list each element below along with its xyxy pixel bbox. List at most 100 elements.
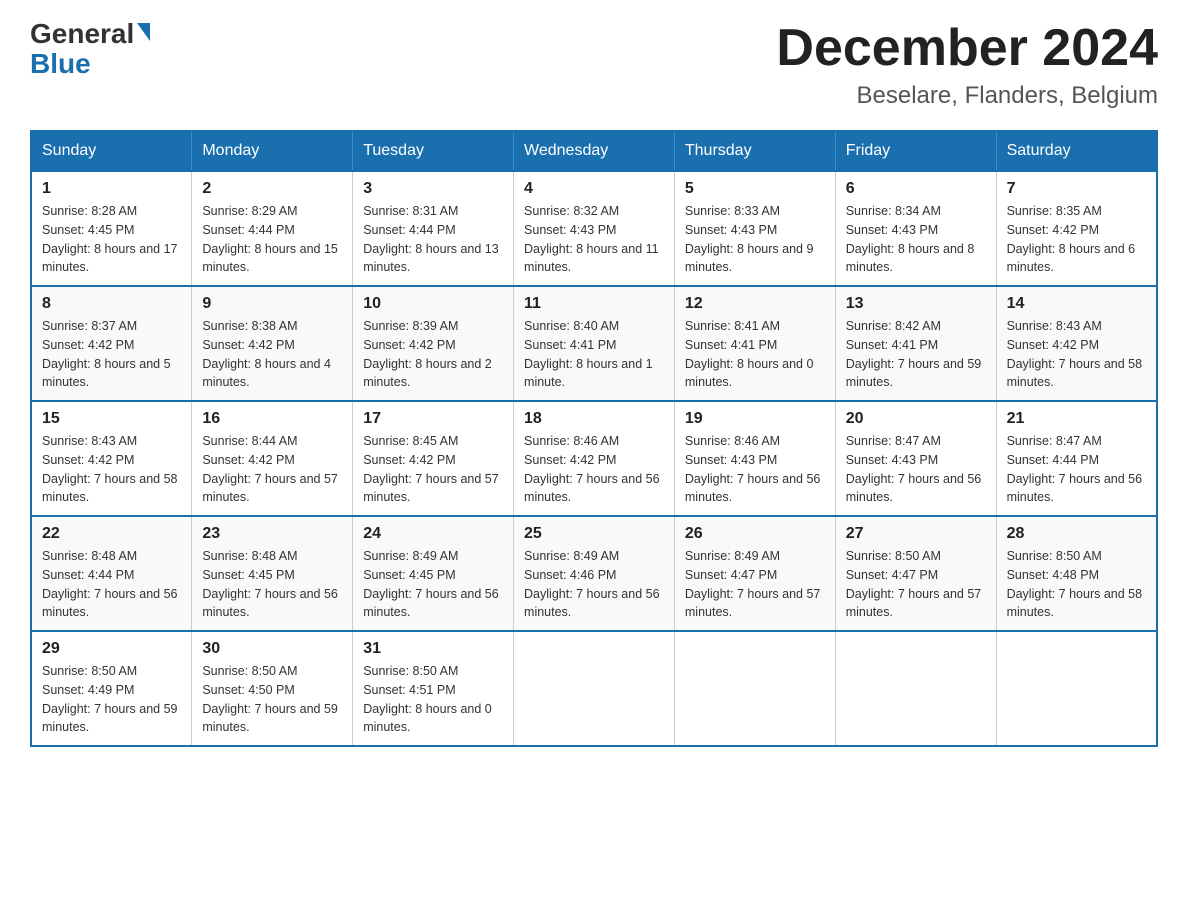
day-number: 13 <box>846 295 986 313</box>
day-number: 18 <box>524 410 664 428</box>
calendar-cell: 28 Sunrise: 8:50 AMSunset: 4:48 PMDaylig… <box>996 516 1157 631</box>
day-info: Sunrise: 8:37 AMSunset: 4:42 PMDaylight:… <box>42 319 171 389</box>
day-number: 11 <box>524 295 664 313</box>
day-number: 30 <box>202 640 342 658</box>
logo: General Blue <box>30 20 150 80</box>
day-info: Sunrise: 8:28 AMSunset: 4:45 PMDaylight:… <box>42 204 178 274</box>
day-info: Sunrise: 8:38 AMSunset: 4:42 PMDaylight:… <box>202 319 331 389</box>
day-number: 29 <box>42 640 181 658</box>
calendar-cell: 9 Sunrise: 8:38 AMSunset: 4:42 PMDayligh… <box>192 286 353 401</box>
day-info: Sunrise: 8:47 AMSunset: 4:43 PMDaylight:… <box>846 434 982 504</box>
calendar-cell: 3 Sunrise: 8:31 AMSunset: 4:44 PMDayligh… <box>353 171 514 286</box>
day-number: 28 <box>1007 525 1146 543</box>
calendar-cell: 4 Sunrise: 8:32 AMSunset: 4:43 PMDayligh… <box>514 171 675 286</box>
day-info: Sunrise: 8:48 AMSunset: 4:45 PMDaylight:… <box>202 549 338 619</box>
day-number: 25 <box>524 525 664 543</box>
day-number: 9 <box>202 295 342 313</box>
day-info: Sunrise: 8:33 AMSunset: 4:43 PMDaylight:… <box>685 204 814 274</box>
calendar-cell: 11 Sunrise: 8:40 AMSunset: 4:41 PMDaylig… <box>514 286 675 401</box>
day-info: Sunrise: 8:45 AMSunset: 4:42 PMDaylight:… <box>363 434 499 504</box>
logo-blue: Blue <box>30 48 91 79</box>
day-number: 22 <box>42 525 181 543</box>
day-info: Sunrise: 8:43 AMSunset: 4:42 PMDaylight:… <box>1007 319 1143 389</box>
weekday-header-monday: Monday <box>192 131 353 171</box>
calendar-cell: 30 Sunrise: 8:50 AMSunset: 4:50 PMDaylig… <box>192 631 353 746</box>
calendar-cell: 5 Sunrise: 8:33 AMSunset: 4:43 PMDayligh… <box>674 171 835 286</box>
calendar-cell: 26 Sunrise: 8:49 AMSunset: 4:47 PMDaylig… <box>674 516 835 631</box>
day-number: 31 <box>363 640 503 658</box>
day-info: Sunrise: 8:46 AMSunset: 4:43 PMDaylight:… <box>685 434 821 504</box>
weekday-header-row: SundayMondayTuesdayWednesdayThursdayFrid… <box>31 131 1157 171</box>
day-number: 27 <box>846 525 986 543</box>
day-info: Sunrise: 8:41 AMSunset: 4:41 PMDaylight:… <box>685 319 814 389</box>
calendar-week-2: 8 Sunrise: 8:37 AMSunset: 4:42 PMDayligh… <box>31 286 1157 401</box>
logo-general: General <box>30 20 134 48</box>
day-number: 17 <box>363 410 503 428</box>
calendar-cell: 20 Sunrise: 8:47 AMSunset: 4:43 PMDaylig… <box>835 401 996 516</box>
calendar-cell: 12 Sunrise: 8:41 AMSunset: 4:41 PMDaylig… <box>674 286 835 401</box>
calendar-cell: 6 Sunrise: 8:34 AMSunset: 4:43 PMDayligh… <box>835 171 996 286</box>
day-info: Sunrise: 8:46 AMSunset: 4:42 PMDaylight:… <box>524 434 660 504</box>
calendar-cell <box>835 631 996 746</box>
day-number: 4 <box>524 180 664 198</box>
weekday-header-sunday: Sunday <box>31 131 192 171</box>
month-title: December 2024 <box>776 20 1158 77</box>
calendar-cell: 31 Sunrise: 8:50 AMSunset: 4:51 PMDaylig… <box>353 631 514 746</box>
calendar-week-3: 15 Sunrise: 8:43 AMSunset: 4:42 PMDaylig… <box>31 401 1157 516</box>
calendar-week-1: 1 Sunrise: 8:28 AMSunset: 4:45 PMDayligh… <box>31 171 1157 286</box>
calendar-cell: 19 Sunrise: 8:46 AMSunset: 4:43 PMDaylig… <box>674 401 835 516</box>
calendar-cell: 8 Sunrise: 8:37 AMSunset: 4:42 PMDayligh… <box>31 286 192 401</box>
day-info: Sunrise: 8:43 AMSunset: 4:42 PMDaylight:… <box>42 434 178 504</box>
weekday-header-saturday: Saturday <box>996 131 1157 171</box>
day-info: Sunrise: 8:48 AMSunset: 4:44 PMDaylight:… <box>42 549 178 619</box>
calendar-cell: 16 Sunrise: 8:44 AMSunset: 4:42 PMDaylig… <box>192 401 353 516</box>
day-number: 16 <box>202 410 342 428</box>
page-header: General Blue December 2024 Beselare, Fla… <box>30 20 1158 110</box>
calendar-cell: 17 Sunrise: 8:45 AMSunset: 4:42 PMDaylig… <box>353 401 514 516</box>
day-info: Sunrise: 8:39 AMSunset: 4:42 PMDaylight:… <box>363 319 492 389</box>
calendar-week-4: 22 Sunrise: 8:48 AMSunset: 4:44 PMDaylig… <box>31 516 1157 631</box>
calendar-cell: 23 Sunrise: 8:48 AMSunset: 4:45 PMDaylig… <box>192 516 353 631</box>
day-info: Sunrise: 8:49 AMSunset: 4:46 PMDaylight:… <box>524 549 660 619</box>
day-info: Sunrise: 8:49 AMSunset: 4:47 PMDaylight:… <box>685 549 821 619</box>
calendar-cell: 18 Sunrise: 8:46 AMSunset: 4:42 PMDaylig… <box>514 401 675 516</box>
calendar-cell: 15 Sunrise: 8:43 AMSunset: 4:42 PMDaylig… <box>31 401 192 516</box>
day-number: 23 <box>202 525 342 543</box>
day-number: 1 <box>42 180 181 198</box>
calendar-cell <box>996 631 1157 746</box>
calendar-cell: 10 Sunrise: 8:39 AMSunset: 4:42 PMDaylig… <box>353 286 514 401</box>
day-info: Sunrise: 8:50 AMSunset: 4:48 PMDaylight:… <box>1007 549 1143 619</box>
calendar-week-5: 29 Sunrise: 8:50 AMSunset: 4:49 PMDaylig… <box>31 631 1157 746</box>
calendar-cell: 22 Sunrise: 8:48 AMSunset: 4:44 PMDaylig… <box>31 516 192 631</box>
day-info: Sunrise: 8:32 AMSunset: 4:43 PMDaylight:… <box>524 204 659 274</box>
calendar-cell: 2 Sunrise: 8:29 AMSunset: 4:44 PMDayligh… <box>192 171 353 286</box>
day-info: Sunrise: 8:35 AMSunset: 4:42 PMDaylight:… <box>1007 204 1136 274</box>
calendar-cell: 7 Sunrise: 8:35 AMSunset: 4:42 PMDayligh… <box>996 171 1157 286</box>
day-info: Sunrise: 8:50 AMSunset: 4:51 PMDaylight:… <box>363 664 492 734</box>
day-info: Sunrise: 8:50 AMSunset: 4:47 PMDaylight:… <box>846 549 982 619</box>
calendar-cell <box>674 631 835 746</box>
day-info: Sunrise: 8:47 AMSunset: 4:44 PMDaylight:… <box>1007 434 1143 504</box>
logo-triangle-icon <box>137 23 150 41</box>
day-number: 15 <box>42 410 181 428</box>
title-section: December 2024 Beselare, Flanders, Belgiu… <box>776 20 1158 110</box>
day-number: 12 <box>685 295 825 313</box>
day-number: 19 <box>685 410 825 428</box>
day-number: 20 <box>846 410 986 428</box>
day-info: Sunrise: 8:50 AMSunset: 4:49 PMDaylight:… <box>42 664 178 734</box>
calendar-cell: 29 Sunrise: 8:50 AMSunset: 4:49 PMDaylig… <box>31 631 192 746</box>
day-number: 14 <box>1007 295 1146 313</box>
day-info: Sunrise: 8:44 AMSunset: 4:42 PMDaylight:… <box>202 434 338 504</box>
day-number: 10 <box>363 295 503 313</box>
day-number: 5 <box>685 180 825 198</box>
day-number: 3 <box>363 180 503 198</box>
weekday-header-tuesday: Tuesday <box>353 131 514 171</box>
day-number: 24 <box>363 525 503 543</box>
day-info: Sunrise: 8:50 AMSunset: 4:50 PMDaylight:… <box>202 664 338 734</box>
calendar-cell <box>514 631 675 746</box>
day-info: Sunrise: 8:29 AMSunset: 4:44 PMDaylight:… <box>202 204 338 274</box>
day-number: 21 <box>1007 410 1146 428</box>
day-info: Sunrise: 8:31 AMSunset: 4:44 PMDaylight:… <box>363 204 499 274</box>
day-info: Sunrise: 8:49 AMSunset: 4:45 PMDaylight:… <box>363 549 499 619</box>
weekday-header-wednesday: Wednesday <box>514 131 675 171</box>
